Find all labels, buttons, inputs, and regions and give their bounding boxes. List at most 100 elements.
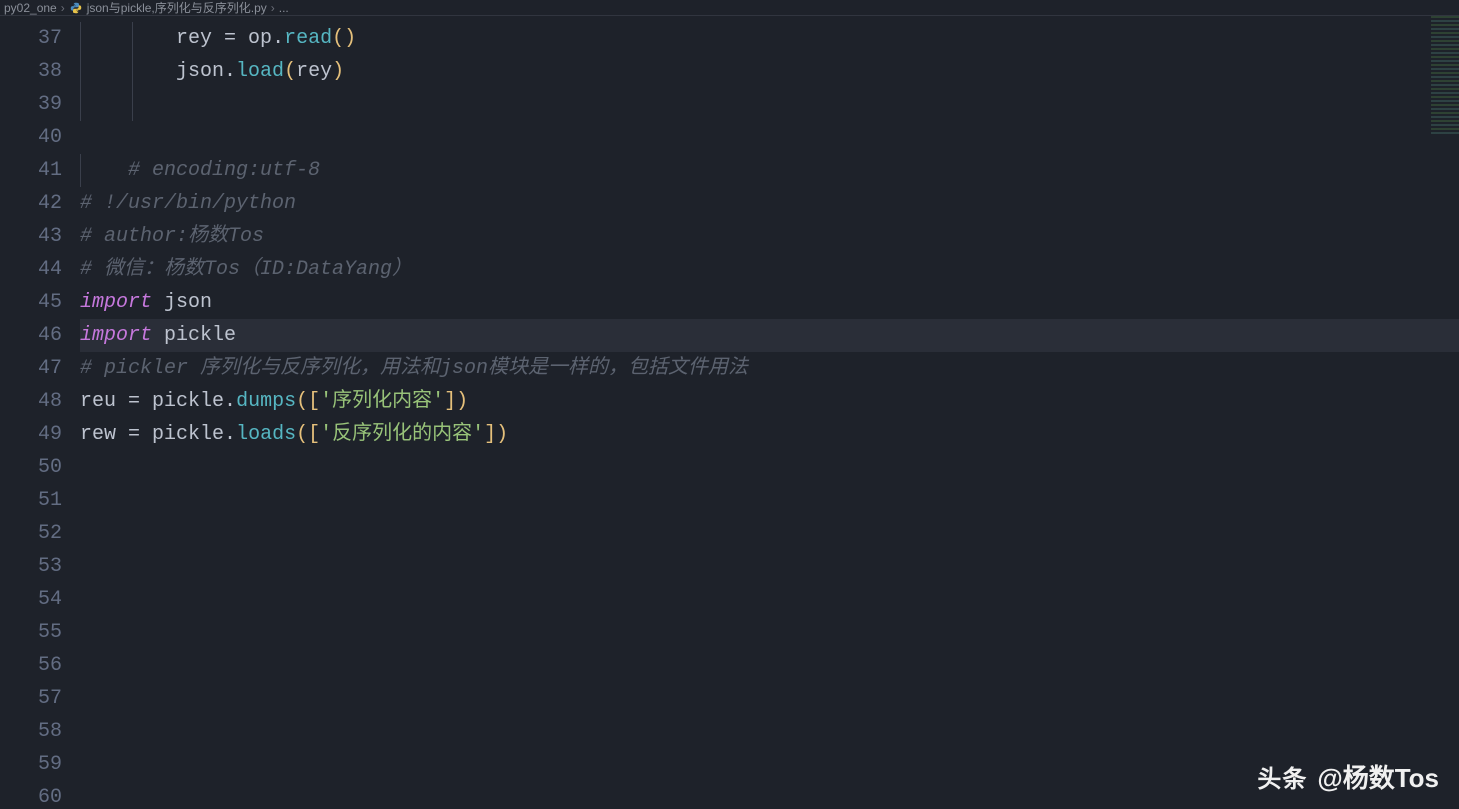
code-token: # encoding:utf-8 [128, 159, 320, 182]
code-token: read [284, 27, 332, 50]
line-number: 42 [0, 187, 80, 220]
breadcrumb[interactable]: py02_one › json与pickle,序列化与反序列化.py › ... [0, 0, 1459, 16]
line-number: 48 [0, 385, 80, 418]
code-line[interactable]: # pickler 序列化与反序列化，用法和json模块是一样的，包括文件用法 [80, 352, 1459, 385]
line-number: 37 [0, 22, 80, 55]
code-line[interactable] [80, 121, 1459, 154]
line-number: 57 [0, 682, 80, 715]
code-line[interactable]: reu = pickle.dumps(['序列化内容']) [80, 385, 1459, 418]
code-line[interactable] [80, 583, 1459, 616]
code-token: import [80, 324, 152, 347]
minimap[interactable] [1431, 16, 1459, 136]
code-token: reu [80, 390, 128, 413]
chevron-right-icon: › [61, 1, 65, 15]
line-number: 45 [0, 286, 80, 319]
line-number: 43 [0, 220, 80, 253]
line-number: 53 [0, 550, 80, 583]
code-token: . [272, 27, 284, 50]
code-area[interactable]: rey = op.read() json.load(rey) # encodin… [80, 16, 1459, 809]
code-token: . [224, 390, 236, 413]
line-number: 49 [0, 418, 80, 451]
code-token: () [332, 27, 356, 50]
code-token: '反序列化的内容' [320, 423, 484, 446]
code-line[interactable]: # encoding:utf-8 [80, 154, 1459, 187]
code-token: '序列化内容' [320, 390, 444, 413]
code-line[interactable] [80, 451, 1459, 484]
code-token: rew [80, 423, 128, 446]
code-line[interactable] [80, 715, 1459, 748]
chevron-right-icon: › [271, 1, 275, 15]
code-token: ] [444, 390, 456, 413]
code-line[interactable] [80, 550, 1459, 583]
line-number: 54 [0, 583, 80, 616]
code-line[interactable] [80, 616, 1459, 649]
code-token: json [176, 60, 224, 83]
code-token: = [128, 390, 152, 413]
line-number: 51 [0, 484, 80, 517]
code-token: pickle [152, 324, 236, 347]
breadcrumb-trail[interactable]: ... [279, 1, 289, 15]
code-token: op [248, 27, 272, 50]
code-line[interactable] [80, 682, 1459, 715]
code-token: import [80, 291, 152, 314]
line-number: 59 [0, 748, 80, 781]
code-line[interactable] [80, 748, 1459, 781]
code-line[interactable]: json.load(rey) [80, 55, 1459, 88]
line-number: 50 [0, 451, 80, 484]
breadcrumb-file[interactable]: json与pickle,序列化与反序列化.py [87, 0, 267, 16]
indent-guide [132, 88, 133, 121]
code-token: # !/usr/bin/python [80, 192, 296, 215]
line-number: 41 [0, 154, 80, 187]
code-token: ( [296, 390, 308, 413]
line-number: 46 [0, 319, 80, 352]
indent-guide [80, 88, 81, 121]
code-line[interactable]: import pickle [80, 319, 1459, 352]
code-token: ( [296, 423, 308, 446]
code-token: ) [332, 60, 344, 83]
code-token: . [224, 423, 236, 446]
code-token: # 微信：杨数Tos（ID:DataYang） [80, 258, 412, 281]
code-token: [ [308, 423, 320, 446]
line-number: 47 [0, 352, 80, 385]
code-line[interactable]: # 微信：杨数Tos（ID:DataYang） [80, 253, 1459, 286]
code-token: dumps [236, 390, 296, 413]
breadcrumb-root[interactable]: py02_one [4, 1, 57, 15]
code-token [80, 60, 176, 83]
line-number: 58 [0, 715, 80, 748]
code-token: ) [496, 423, 508, 446]
code-token: ( [284, 60, 296, 83]
line-number: 39 [0, 88, 80, 121]
code-token: = [224, 27, 248, 50]
line-number: 38 [0, 55, 80, 88]
code-token: load [236, 60, 284, 83]
code-token: = [128, 423, 152, 446]
code-token: ] [484, 423, 496, 446]
code-editor[interactable]: 3738394041424344454647484950515253545556… [0, 16, 1459, 809]
code-line[interactable] [80, 649, 1459, 682]
code-token: [ [308, 390, 320, 413]
line-number: 40 [0, 121, 80, 154]
code-line[interactable]: rey = op.read() [80, 22, 1459, 55]
code-line[interactable]: # author:杨数Tos [80, 220, 1459, 253]
code-token: pickle [152, 390, 224, 413]
code-line[interactable] [80, 88, 1459, 121]
line-number: 52 [0, 517, 80, 550]
line-number-gutter: 3738394041424344454647484950515253545556… [0, 16, 80, 809]
code-token: loads [236, 423, 296, 446]
code-token: rey [296, 60, 332, 83]
line-number: 55 [0, 616, 80, 649]
code-token: # author:杨数Tos [80, 225, 264, 248]
code-token: # pickler 序列化与反序列化，用法和json模块是一样的，包括文件用法 [80, 357, 748, 380]
code-line[interactable]: # !/usr/bin/python [80, 187, 1459, 220]
line-number: 60 [0, 781, 80, 809]
code-line[interactable] [80, 781, 1459, 809]
code-line[interactable] [80, 517, 1459, 550]
code-token: . [224, 60, 236, 83]
code-token: pickle [152, 423, 224, 446]
code-line[interactable]: import json [80, 286, 1459, 319]
code-line[interactable] [80, 484, 1459, 517]
code-token [80, 159, 128, 182]
code-token: ) [456, 390, 468, 413]
line-number: 44 [0, 253, 80, 286]
code-line[interactable]: rew = pickle.loads(['反序列化的内容']) [80, 418, 1459, 451]
